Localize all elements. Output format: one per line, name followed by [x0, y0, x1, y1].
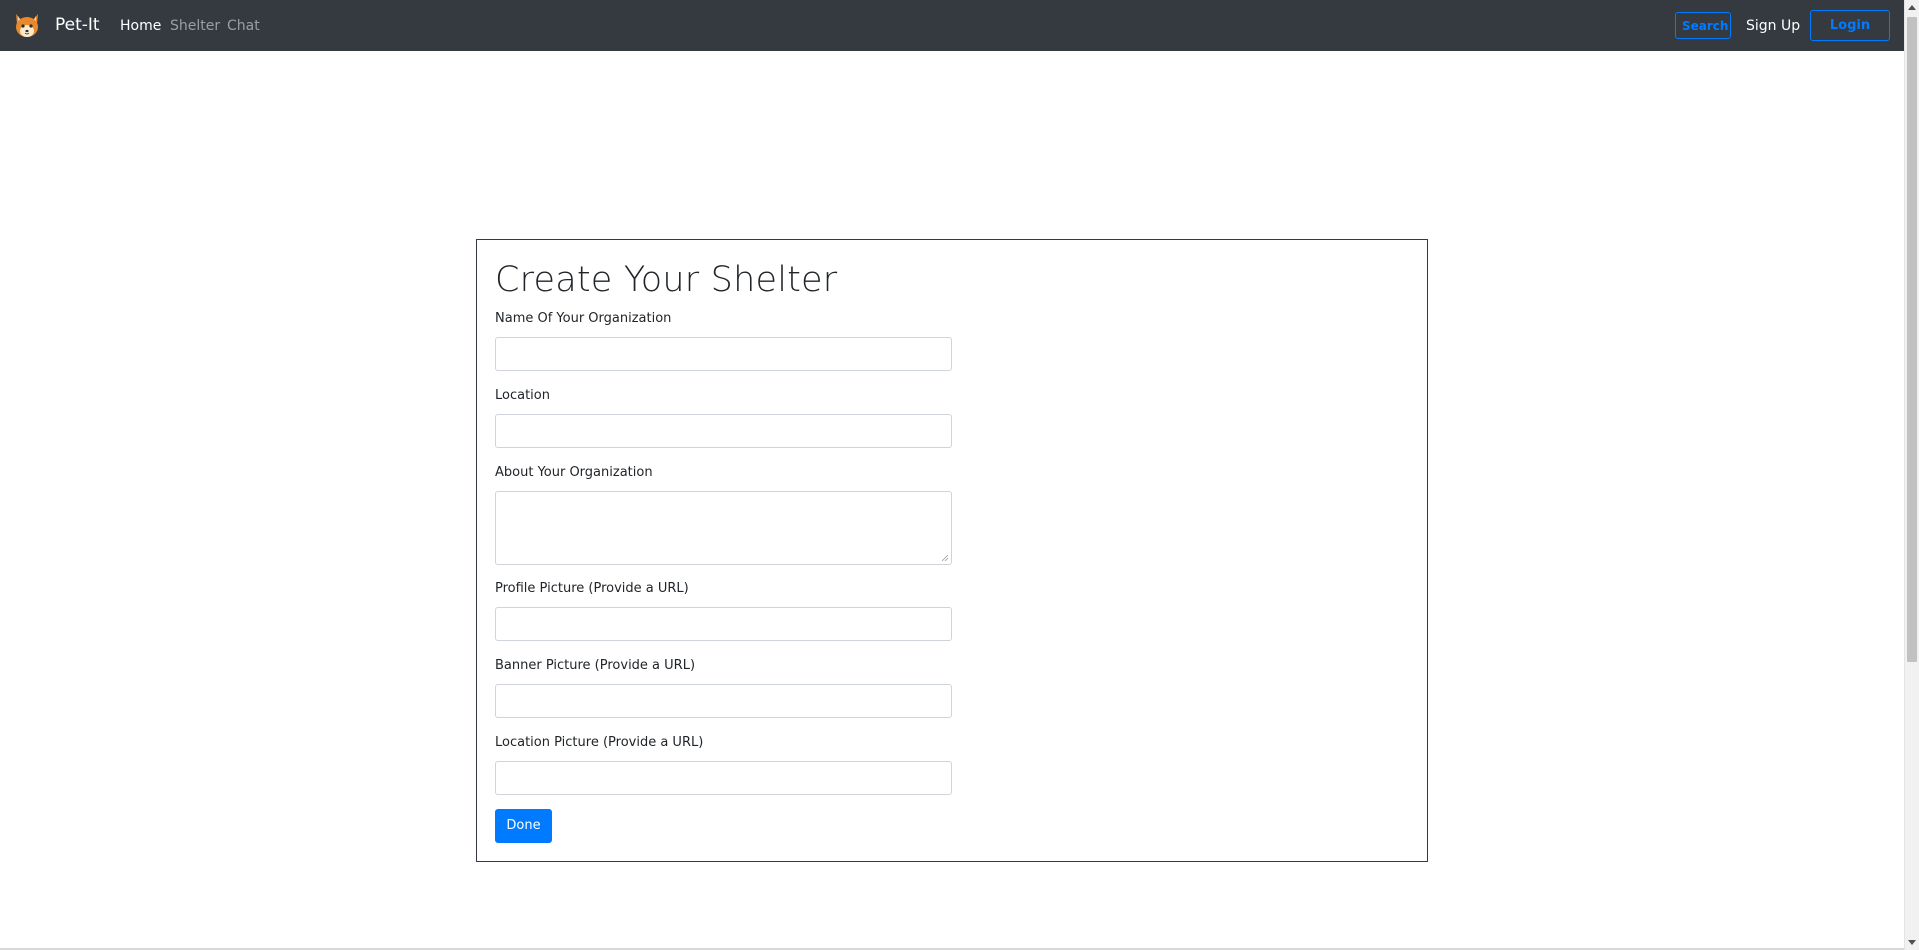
organization-name-input[interactable]: [495, 337, 952, 371]
scroll-up-arrow-icon[interactable]: [1908, 5, 1916, 10]
login-button[interactable]: Login: [1810, 10, 1890, 41]
banner-picture-url-input[interactable]: [495, 684, 952, 718]
scroll-thumb[interactable]: [1907, 17, 1917, 662]
scroll-down-arrow-icon[interactable]: [1908, 940, 1916, 945]
profile-picture-url-input[interactable]: [495, 607, 952, 641]
page-title: Create Your Shelter: [495, 260, 838, 300]
nav-home-link[interactable]: Home: [120, 17, 161, 35]
signup-link[interactable]: Sign Up: [1746, 17, 1800, 35]
about-organization-textarea[interactable]: [495, 491, 952, 565]
nav-chat-link[interactable]: Chat: [227, 17, 260, 35]
location-input[interactable]: [495, 414, 952, 448]
resize-grip-icon[interactable]: [941, 554, 949, 562]
about-organization-label: About Your Organization: [495, 465, 653, 480]
search-button[interactable]: Search: [1675, 12, 1731, 39]
location-label: Location: [495, 388, 550, 403]
fox-icon[interactable]: [13, 12, 41, 40]
done-button[interactable]: Done: [495, 809, 552, 843]
top-navbar: Pet-It Home Shelter Chat Search Sign Up …: [0, 0, 1904, 51]
location-picture-label: Location Picture (Provide a URL): [495, 735, 704, 750]
banner-picture-label: Banner Picture (Provide a URL): [495, 658, 696, 673]
brand-name[interactable]: Pet-It: [55, 14, 100, 36]
create-shelter-form-card: Create Your Shelter Name Of Your Organiz…: [476, 239, 1428, 862]
organization-name-label: Name Of Your Organization: [495, 311, 672, 326]
profile-picture-label: Profile Picture (Provide a URL): [495, 581, 689, 596]
location-picture-url-input[interactable]: [495, 761, 952, 795]
vertical-scrollbar[interactable]: [1904, 0, 1919, 950]
about-organization-wrapper: [495, 491, 952, 565]
nav-shelter-link[interactable]: Shelter: [170, 17, 220, 35]
